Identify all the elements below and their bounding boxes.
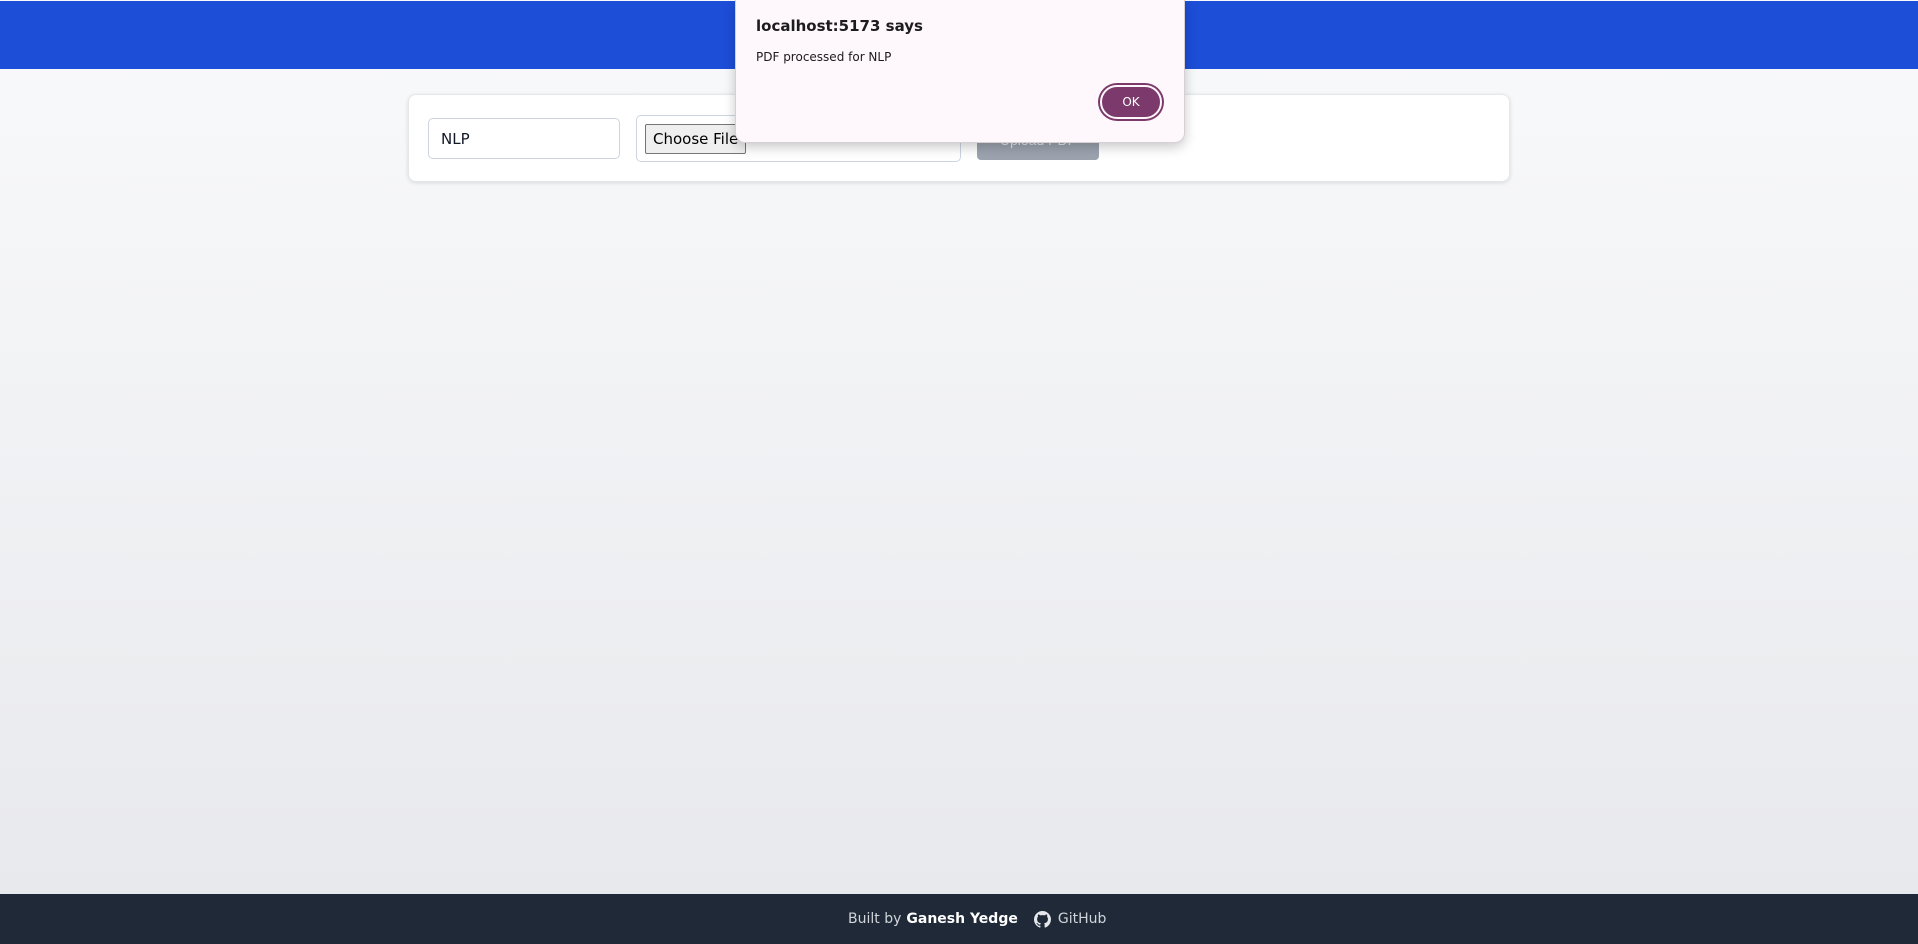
github-icon xyxy=(1033,910,1051,928)
author-name: Ganesh Yedge xyxy=(906,911,1018,927)
ok-button[interactable]: OK xyxy=(1100,85,1162,119)
github-label: GitHub xyxy=(1057,911,1107,927)
choose-file-button[interactable]: Choose File xyxy=(645,124,747,154)
dialog-message: PDF processed for NLP xyxy=(756,50,892,64)
built-by-label: Built by xyxy=(848,911,902,927)
footer-credits: Built by Ganesh Yedge GitHub xyxy=(848,894,1106,944)
footer: Built by Ganesh Yedge GitHub xyxy=(0,894,1918,944)
github-link[interactable]: GitHub xyxy=(1033,910,1107,928)
alert-dialog: localhost:5173 says PDF processed for NL… xyxy=(735,0,1185,143)
subject-input[interactable] xyxy=(428,118,620,159)
dialog-title: localhost:5173 says xyxy=(756,17,923,35)
